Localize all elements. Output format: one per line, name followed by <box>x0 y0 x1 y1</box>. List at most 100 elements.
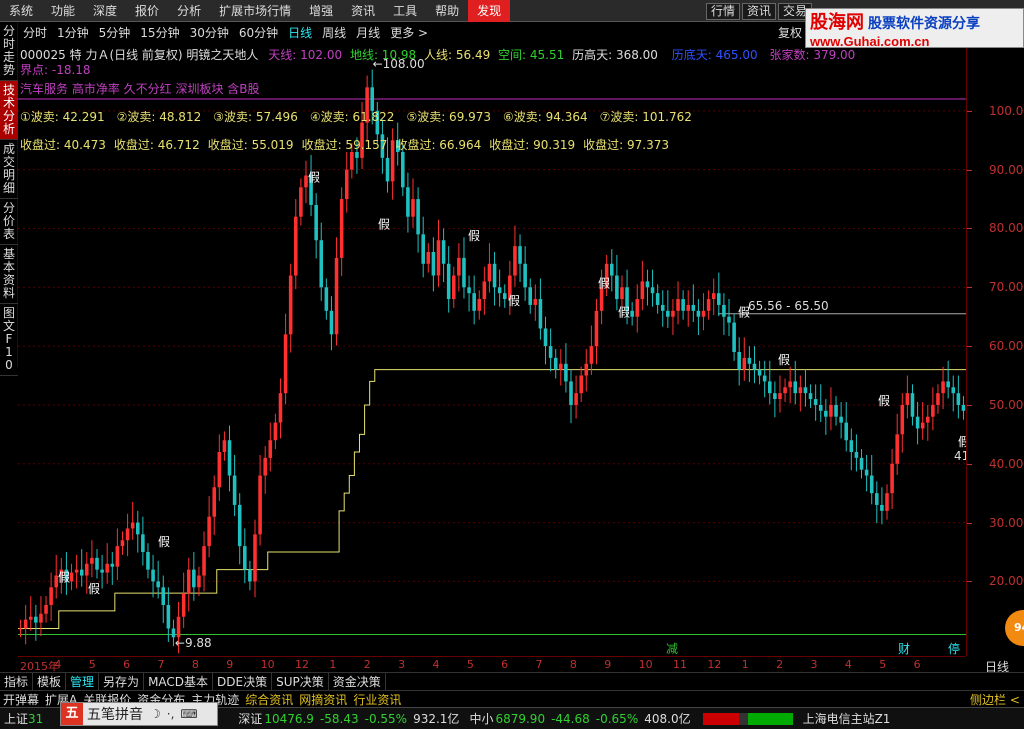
candle-body-4 <box>39 613 43 623</box>
left-tab-3[interactable]: 分价表 <box>0 199 18 245</box>
y-tick-4: 60.00 <box>989 339 1024 354</box>
ime-toolbar[interactable]: 五 五笔拼音 ☽ ·, ⌨ <box>60 702 218 726</box>
jia-marker-5: 假 <box>468 229 480 243</box>
period-5[interactable]: 60分钟 <box>234 24 283 41</box>
candle-body-125 <box>655 293 660 305</box>
y-tick-mark-8 <box>967 110 972 112</box>
period-9[interactable]: 更多 > <box>385 24 433 41</box>
menu-item-7[interactable]: 资讯 <box>342 0 384 22</box>
punctuation-icon[interactable]: ·, <box>164 707 178 721</box>
toolbar2-5[interactable]: 综合资讯 <box>242 691 296 708</box>
fuquan-button[interactable]: 复权 <box>778 24 802 41</box>
candle-body-27 <box>156 581 160 588</box>
toolbar2-6[interactable]: 网摘资讯 <box>296 691 350 708</box>
jia-marker-1: 假 <box>88 582 100 596</box>
news-button[interactable]: 资讯 <box>742 3 777 20</box>
left-tab-2[interactable]: 成交明细 <box>0 140 18 199</box>
candle-body-20 <box>120 540 125 547</box>
candle-body-168 <box>875 493 879 505</box>
x-tick-12: 4 <box>432 658 440 671</box>
toolbar1-6[interactable]: SUP决策 <box>272 673 329 690</box>
candle-body-146 <box>762 375 767 382</box>
menu-item-9[interactable]: 帮助 <box>426 0 468 22</box>
x-tick-2: 5 <box>88 658 96 671</box>
stock-tags: 汽车服务 高市净率 久不分红 深圳板块 含B股 <box>20 82 260 96</box>
period-8[interactable]: 月线 <box>351 24 385 41</box>
ime-logo[interactable]: 五 <box>61 703 83 725</box>
x-tick-23: 3 <box>810 658 818 671</box>
candle-body-26 <box>151 569 155 582</box>
candle-body-45 <box>248 569 252 582</box>
sidebar-toggle[interactable]: 侧边栏 < <box>970 691 1020 708</box>
keyboard-icon[interactable]: ⌨ <box>177 707 200 721</box>
toolbar1-3[interactable]: 另存为 <box>99 673 145 690</box>
candle-body-17 <box>105 563 109 573</box>
x-tick-20: 12 <box>707 658 722 671</box>
ime-mode[interactable]: 五笔拼音 <box>83 704 147 724</box>
candle-body-63 <box>339 199 344 258</box>
candle-body-79 <box>421 234 425 264</box>
toolbar1-4[interactable]: MACD基本 <box>144 673 214 690</box>
candle-body-143 <box>747 357 752 364</box>
toolbar1-2[interactable]: 管理 <box>66 673 100 690</box>
candle-body-110 <box>579 375 583 394</box>
quote-button[interactable]: 行情 <box>706 3 741 20</box>
candle-body-181 <box>941 381 945 394</box>
left-tab-0[interactable]: 分时走势 <box>0 22 18 81</box>
toolbar1-1[interactable]: 模板 <box>33 673 67 690</box>
period-2[interactable]: 5分钟 <box>94 24 136 41</box>
menu-item-0[interactable]: 系统 <box>0 0 42 22</box>
server-name[interactable]: 上海电信主站Z1 <box>803 710 891 727</box>
left-tab-1[interactable]: 技术分析 <box>0 81 18 140</box>
candle-body-159 <box>829 404 833 417</box>
menu-item-4[interactable]: 分析 <box>168 0 210 22</box>
candle-body-157 <box>818 404 823 411</box>
candle-body-123 <box>645 281 650 288</box>
period-3[interactable]: 15分钟 <box>135 24 184 41</box>
menu-item-1[interactable]: 功能 <box>42 0 84 22</box>
y-tick-mark-7 <box>967 169 972 171</box>
candle-body-34 <box>192 569 196 588</box>
x-tick-15: 7 <box>535 658 543 671</box>
jia-marker-12: 假 <box>958 435 966 449</box>
left-tab-4[interactable]: 基本资料 <box>0 245 18 304</box>
kline-chart[interactable]: ←108.00←9.8865.56 - 65.5041.3假假假假假假假假假假假… <box>18 42 966 656</box>
menu-item-discover[interactable]: 发现 <box>468 0 511 22</box>
toolbar2-0[interactable]: 开弹幕 <box>0 691 42 708</box>
candle-body-93 <box>492 263 497 288</box>
candle-body-114 <box>599 287 604 311</box>
candle-body-33 <box>186 569 191 594</box>
y-tick-mark-1 <box>967 522 972 524</box>
period-6[interactable]: 日线 <box>283 24 317 41</box>
left-tab-5[interactable]: 图文F10 <box>0 304 18 376</box>
logo-slogan: 股票软件资源分享 <box>868 15 980 32</box>
candle-body-155 <box>808 393 813 400</box>
toolbar1-0[interactable]: 指标 <box>0 673 34 690</box>
candle-body-116 <box>609 263 614 276</box>
period-7[interactable]: 周线 <box>317 24 351 41</box>
menu-item-2[interactable]: 深度 <box>84 0 126 22</box>
sz-change: -58.43 <box>319 711 359 726</box>
menu-item-8[interactable]: 工具 <box>384 0 426 22</box>
menu-item-5[interactable]: 扩展市场行情 <box>210 0 300 22</box>
menu-item-3[interactable]: 报价 <box>126 0 168 22</box>
candle-body-10 <box>69 572 74 582</box>
period-4[interactable]: 30分钟 <box>185 24 234 41</box>
candle-body-81 <box>431 252 436 276</box>
shoupan-2: 收盘过: 55.019 <box>207 138 294 152</box>
candle-body-11 <box>74 569 79 573</box>
zx-label: 中小 <box>469 712 494 726</box>
candle-body-32 <box>181 593 186 617</box>
moon-icon[interactable]: ☽ <box>147 707 164 721</box>
candle-body-184 <box>956 393 961 405</box>
period-1[interactable]: 1分钟 <box>52 24 94 41</box>
menu-item-6[interactable]: 增强 <box>300 0 342 22</box>
candle-body-41 <box>227 440 232 476</box>
toolbar1-5[interactable]: DDE决策 <box>213 673 273 690</box>
candle-body-148 <box>773 393 777 400</box>
toolbar2-7[interactable]: 行业资讯 <box>350 691 404 708</box>
period-0[interactable]: 分时 <box>18 24 52 41</box>
candle-body-183 <box>951 387 956 394</box>
toolbar1-7[interactable]: 资金决策 <box>329 673 386 690</box>
market-breadth-bar <box>702 712 793 725</box>
